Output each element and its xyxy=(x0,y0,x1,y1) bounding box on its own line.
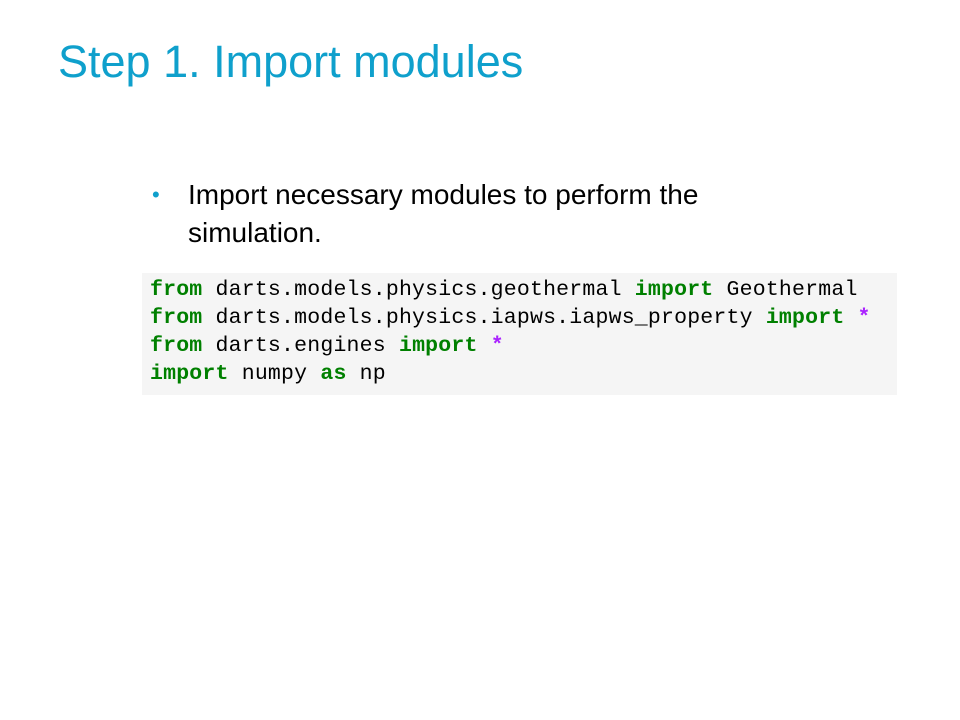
code-line: import numpy as np xyxy=(150,362,386,386)
bullet-item: • Import necessary modules to perform th… xyxy=(152,176,812,252)
bullet-marker: • xyxy=(152,182,160,207)
code-text: darts.engines xyxy=(202,334,399,358)
code-text: numpy xyxy=(228,362,321,386)
code-operator: * xyxy=(490,334,504,358)
code-text: Geothermal xyxy=(713,278,858,302)
code-operator: * xyxy=(857,306,871,330)
code-block: from darts.models.physics.geothermal imp… xyxy=(142,273,897,395)
code-keyword: from xyxy=(150,306,203,330)
code-text: darts.models.physics.iapws.iapws_propert… xyxy=(202,306,766,330)
code-keyword: from xyxy=(150,334,203,358)
code-text: darts.models.physics.geothermal xyxy=(202,278,635,302)
code-keyword: as xyxy=(320,362,347,386)
code-keyword: import xyxy=(634,278,714,302)
code-line: from darts.models.physics.iapws.iapws_pr… xyxy=(150,306,871,330)
code-keyword: import xyxy=(765,306,845,330)
code-keyword: import xyxy=(150,362,229,386)
code-line: from darts.engines import * xyxy=(150,334,504,358)
code-keyword: import xyxy=(398,334,478,358)
code-text: np xyxy=(346,362,386,386)
bullet-text: Import necessary modules to perform the … xyxy=(188,179,699,248)
slide-title: Step 1. Import modules xyxy=(58,36,524,87)
code-keyword: from xyxy=(150,278,203,302)
code-line: from darts.models.physics.geothermal imp… xyxy=(150,278,858,302)
